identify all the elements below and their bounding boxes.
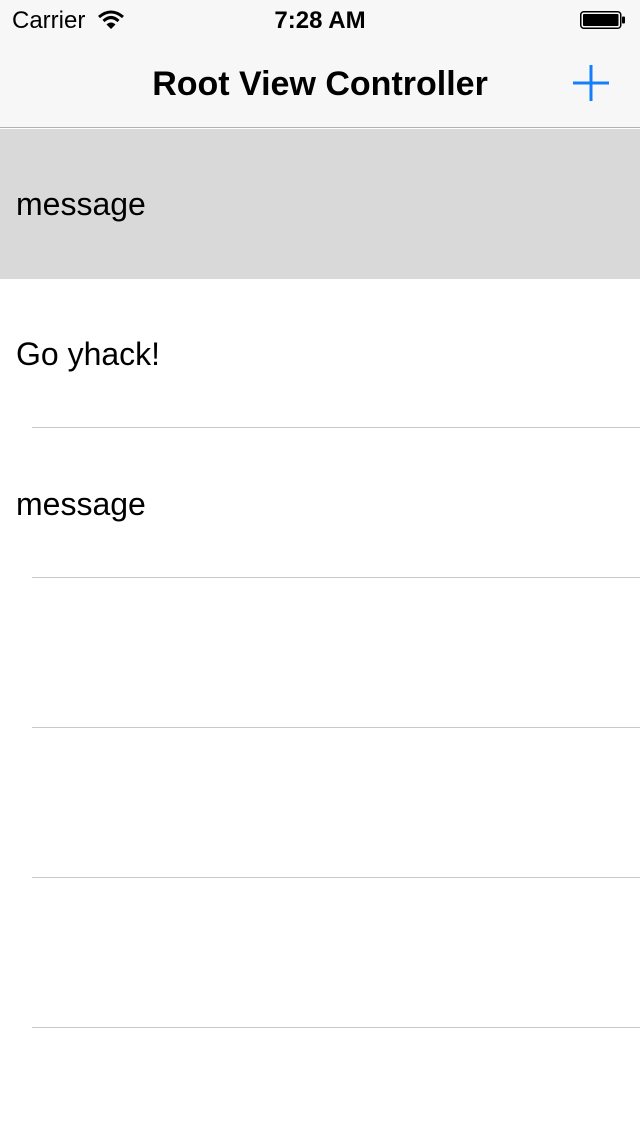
status-bar: Carrier 7:28 AM [0, 0, 640, 40]
plus-icon [573, 65, 609, 101]
row-label: message [16, 186, 146, 222]
row-label: Go yhack! [16, 336, 161, 372]
table-row [0, 1029, 640, 1136]
message-table: message Go yhack! message [0, 129, 640, 1136]
table-row[interactable]: Go yhack! [0, 279, 640, 429]
table-row [0, 729, 640, 879]
row-label: message [16, 486, 146, 522]
row-separator [32, 1027, 640, 1028]
table-row [0, 879, 640, 1029]
battery-icon [580, 11, 625, 29]
row-separator [32, 427, 640, 428]
add-button[interactable] [566, 58, 616, 108]
table-row[interactable]: message [0, 129, 640, 279]
page-title: Root View Controller [152, 65, 488, 103]
table-row [0, 579, 640, 729]
navigation-bar: Root View Controller [0, 40, 640, 128]
row-separator [32, 877, 640, 878]
table-row[interactable]: message [0, 429, 640, 579]
row-separator [32, 577, 640, 578]
status-time: 7:28 AM [274, 7, 366, 34]
row-separator [32, 727, 640, 728]
